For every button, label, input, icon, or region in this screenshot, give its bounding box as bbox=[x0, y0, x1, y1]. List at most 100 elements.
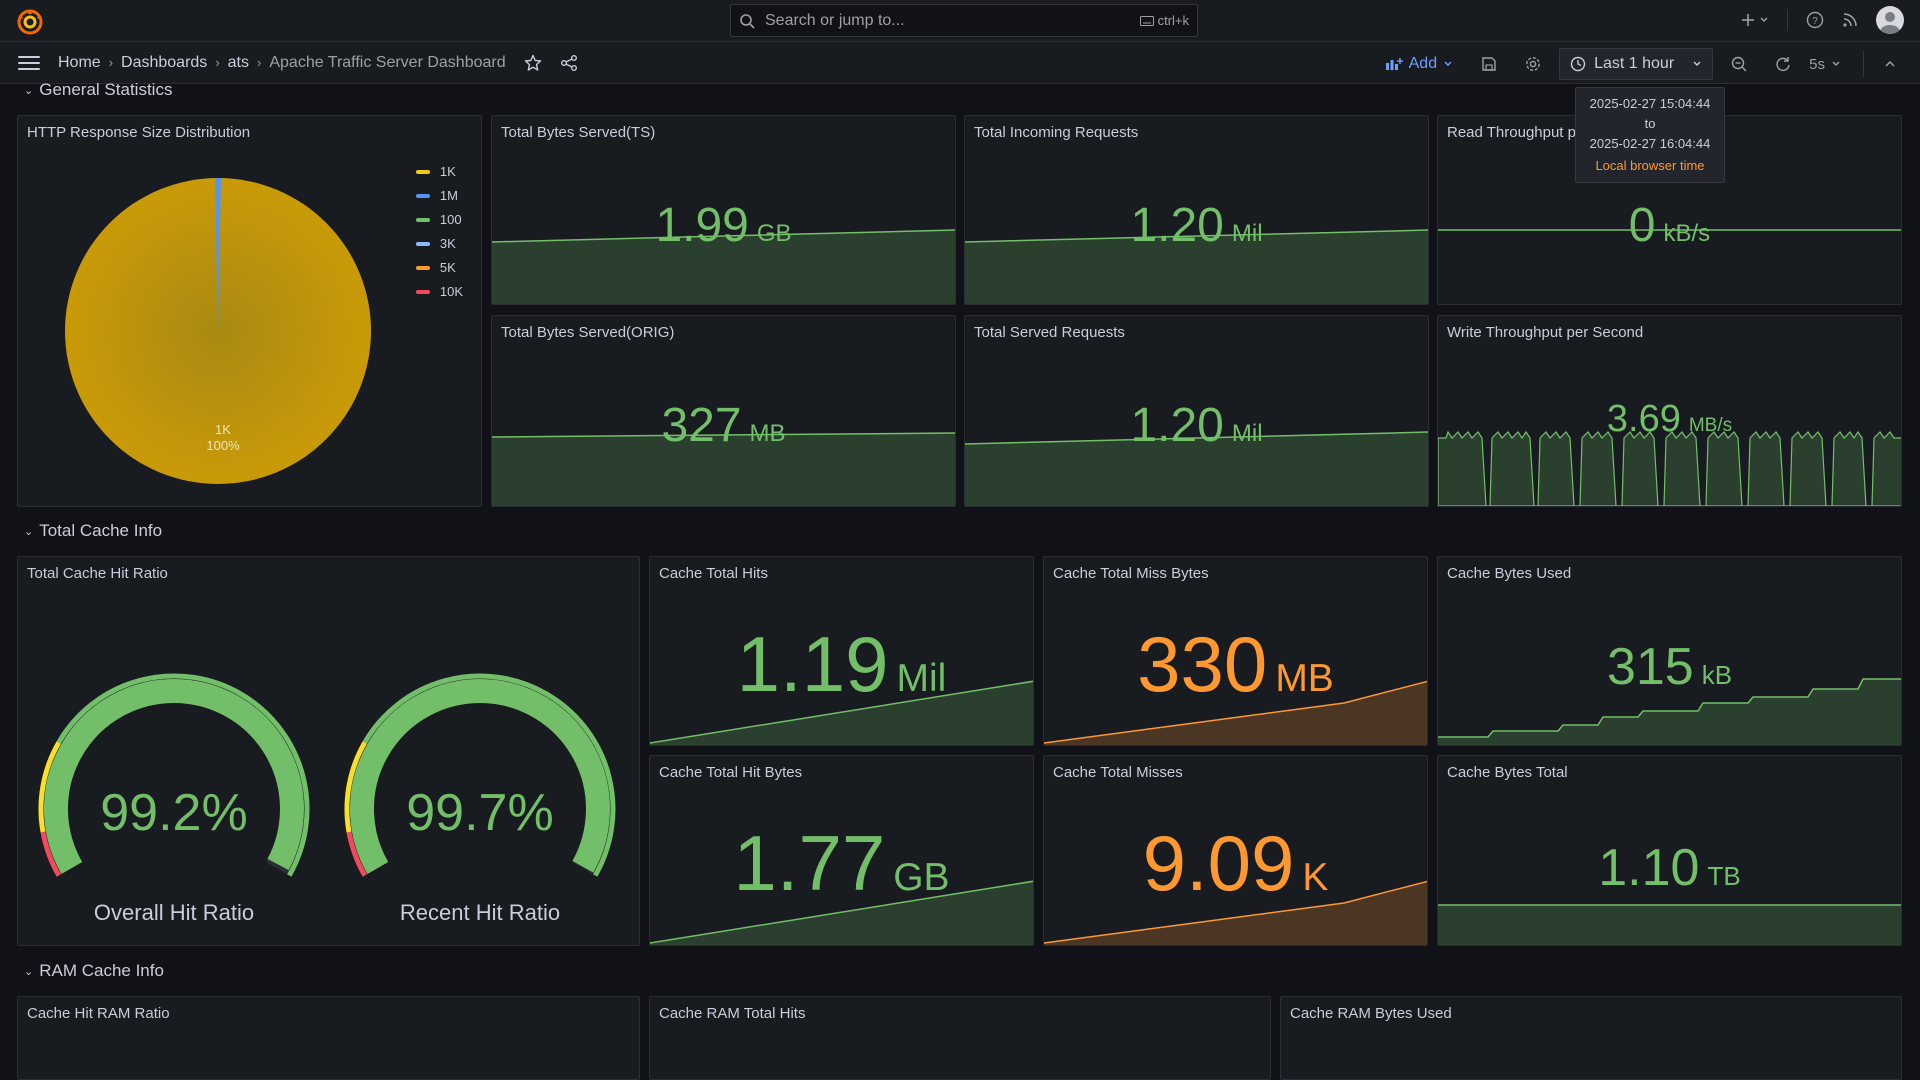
collapse-navbar-button[interactable] bbox=[1872, 49, 1908, 79]
breadcrumb-folder[interactable]: ats bbox=[228, 54, 249, 72]
zoom-out-button[interactable] bbox=[1721, 49, 1757, 79]
share-icon[interactable] bbox=[560, 54, 578, 72]
gauge-value-overall: 99.2% bbox=[100, 784, 248, 842]
stat-value: 9.09 K bbox=[1044, 818, 1427, 909]
chevron-down-icon bbox=[1444, 61, 1452, 66]
new-menu-button[interactable] bbox=[1741, 13, 1769, 27]
legend-item[interactable]: 1M bbox=[415, 184, 463, 208]
panel-total-served-requests[interactable]: Total Served Requests 1.20 Mil bbox=[964, 315, 1429, 507]
sparkline bbox=[1438, 904, 1901, 945]
pie-legend: 1K 1M 100 3K 5K 10K bbox=[415, 160, 463, 304]
panel-cache-total-hits[interactable]: Cache Total Hits 1.19 Mil bbox=[649, 556, 1034, 746]
stat-value: 1.20 Mil bbox=[965, 198, 1428, 253]
chevron-right-icon: › bbox=[108, 55, 114, 70]
stat-number: 0 bbox=[1628, 199, 1656, 252]
row-general-statistics[interactable]: ⌄ General Statistics bbox=[24, 80, 172, 100]
panel-cache-total-misses[interactable]: Cache Total Misses 9.09 K bbox=[1043, 755, 1428, 946]
breadcrumb-home[interactable]: Home bbox=[58, 54, 101, 72]
time-range-label: Last 1 hour bbox=[1594, 55, 1675, 72]
stat-unit: MB/s bbox=[1688, 415, 1733, 436]
panel-cache-bytes-used[interactable]: Cache Bytes Used 315 kB bbox=[1437, 556, 1902, 746]
panel-title: Total Bytes Served(ORIG) bbox=[501, 324, 675, 341]
tooltip-to-word: to bbox=[1644, 116, 1656, 131]
legend-label: 3K bbox=[439, 236, 456, 251]
row-total-cache-info[interactable]: ⌄ Total Cache Info bbox=[24, 521, 162, 541]
panel-title: Cache RAM Total Hits bbox=[659, 1005, 806, 1022]
panel-total-bytes-served-ts[interactable]: Total Bytes Served(TS) 1.99 GB bbox=[491, 115, 956, 305]
add-panel-button[interactable]: Add bbox=[1375, 49, 1463, 79]
user-avatar[interactable] bbox=[1876, 6, 1904, 34]
stat-number: 330 bbox=[1137, 620, 1268, 708]
stat-unit: GB bbox=[893, 856, 950, 899]
panel-cache-hit-ram-ratio[interactable]: Cache Hit RAM Ratio bbox=[17, 996, 640, 1080]
panel-total-cache-hit-ratio[interactable]: Total Cache Hit Ratio 99.2% 99.7% Overal… bbox=[17, 556, 640, 946]
stat-number: 1.99 bbox=[655, 199, 749, 252]
stat-unit: Mil bbox=[896, 657, 947, 700]
pie-slice-label: 1K 100% bbox=[188, 422, 258, 454]
stat-number: 327 bbox=[661, 399, 742, 452]
legend-item[interactable]: 5K bbox=[415, 256, 463, 280]
legend-swatch bbox=[415, 170, 430, 174]
shortcut-label: ctrl+k bbox=[1157, 13, 1189, 28]
gauge-label-recent: Recent Hit Ratio bbox=[399, 900, 561, 925]
search-placeholder: Search or jump to... bbox=[765, 11, 905, 29]
legend-item[interactable]: 1K bbox=[415, 160, 463, 184]
stat-unit: K bbox=[1302, 856, 1329, 899]
refresh-button[interactable] bbox=[1765, 49, 1801, 79]
stat-unit: MB bbox=[749, 420, 786, 447]
legend-item[interactable]: 100 bbox=[415, 208, 463, 232]
panel-write-throughput[interactable]: Write Throughput per Second 3.69 MB/s bbox=[1437, 315, 1902, 507]
stat-unit: MB bbox=[1275, 657, 1334, 700]
row-ram-cache-info[interactable]: ⌄ RAM Cache Info bbox=[24, 961, 164, 981]
panel-cache-bytes-total[interactable]: Cache Bytes Total 1.10 TB bbox=[1437, 755, 1902, 946]
user-icon bbox=[1880, 12, 1900, 34]
dashboard-settings-button[interactable] bbox=[1515, 49, 1551, 79]
time-range-tooltip: 2025-02-27 15:04:44 to 2025-02-27 16:04:… bbox=[1575, 87, 1725, 183]
panel-cache-ram-total-hits[interactable]: Cache RAM Total Hits bbox=[649, 996, 1271, 1080]
refresh-interval-picker[interactable]: 5s bbox=[1809, 56, 1841, 73]
panel-title: Total Incoming Requests bbox=[974, 124, 1139, 141]
save-dashboard-button[interactable] bbox=[1471, 49, 1507, 79]
grafana-logo-icon[interactable] bbox=[16, 8, 44, 36]
panel-total-incoming-requests[interactable]: Total Incoming Requests 1.20 Mil bbox=[964, 115, 1429, 305]
stat-value: 315 kB bbox=[1438, 637, 1901, 697]
stat-value: 330 MB bbox=[1044, 619, 1427, 710]
breadcrumb-dashboards[interactable]: Dashboards bbox=[121, 54, 207, 72]
save-icon bbox=[1482, 57, 1496, 71]
stat-unit: Mil bbox=[1231, 220, 1263, 247]
legend-swatch bbox=[415, 218, 430, 222]
stat-number: 1.10 bbox=[1598, 839, 1700, 897]
panel-title: Cache Bytes Total bbox=[1447, 764, 1568, 781]
clock-icon bbox=[1570, 56, 1586, 72]
hamburger-menu-icon[interactable] bbox=[18, 53, 40, 73]
stat-number: 1.19 bbox=[736, 620, 889, 708]
zoom-out-icon bbox=[1731, 56, 1747, 72]
panel-title: Cache Total Hit Bytes bbox=[659, 764, 803, 781]
panel-total-bytes-served-orig[interactable]: Total Bytes Served(ORIG) 327 MB bbox=[491, 315, 956, 507]
panel-cache-ram-bytes-used[interactable]: Cache RAM Bytes Used bbox=[1280, 996, 1902, 1080]
panel-cache-total-miss-bytes[interactable]: Cache Total Miss Bytes 330 MB bbox=[1043, 556, 1428, 746]
stat-unit: TB bbox=[1707, 861, 1741, 891]
svg-text:?: ? bbox=[1812, 16, 1818, 27]
help-icon[interactable]: ? bbox=[1806, 11, 1824, 29]
stat-number: 1.77 bbox=[733, 819, 886, 907]
chevron-down-icon: ⌄ bbox=[24, 84, 34, 97]
star-icon[interactable] bbox=[524, 54, 542, 72]
chevron-down-icon: ⌄ bbox=[24, 965, 34, 978]
search-input[interactable]: Search or jump to... ctrl+k bbox=[730, 4, 1198, 37]
legend-swatch bbox=[415, 266, 430, 270]
stat-unit: Mil bbox=[1231, 420, 1263, 447]
legend-swatch bbox=[415, 194, 430, 198]
panel-cache-total-hit-bytes[interactable]: Cache Total Hit Bytes 1.77 GB bbox=[649, 755, 1034, 946]
news-rss-icon[interactable] bbox=[1842, 12, 1858, 28]
stat-value: 1.77 GB bbox=[650, 818, 1033, 909]
legend-item[interactable]: 3K bbox=[415, 232, 463, 256]
keyboard-icon bbox=[1139, 15, 1154, 26]
panel-http-response-size[interactable]: HTTP Response Size Distribution 1K 100% … bbox=[17, 115, 482, 507]
breadcrumb-current: Apache Traffic Server Dashboard bbox=[269, 53, 506, 71]
chevron-down-icon bbox=[1760, 17, 1768, 22]
panel-title: Cache Bytes Used bbox=[1447, 565, 1572, 582]
time-range-picker[interactable]: Last 1 hour bbox=[1559, 48, 1714, 80]
legend-item[interactable]: 10K bbox=[415, 280, 463, 304]
panel-title: Total Served Requests bbox=[974, 324, 1125, 341]
